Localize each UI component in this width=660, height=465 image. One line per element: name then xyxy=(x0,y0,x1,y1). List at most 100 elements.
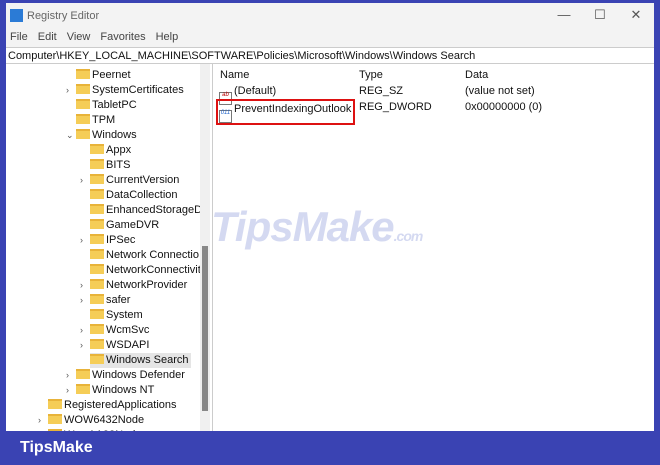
tree-node[interactable]: Appx xyxy=(90,143,133,158)
tree-node[interactable]: › CurrentVersion xyxy=(80,173,181,188)
tree-node-label: Appx xyxy=(106,144,132,156)
menu-favorites[interactable]: Favorites xyxy=(100,31,145,43)
chevron-right-icon[interactable]: › xyxy=(80,173,83,188)
tree-node[interactable]: › NetworkProvider xyxy=(80,278,189,293)
value-type: REG_DWORD xyxy=(359,101,432,113)
folder-icon xyxy=(90,189,104,199)
tree-node-label: RegisteredApplications xyxy=(64,399,177,411)
tree-node[interactable]: System xyxy=(90,308,145,323)
menu-bar: File Edit View Favorites Help xyxy=(6,28,654,47)
menu-edit[interactable]: Edit xyxy=(38,31,57,43)
folder-icon xyxy=(76,84,90,94)
tree-node[interactable]: DataCollection xyxy=(90,188,180,203)
chevron-right-icon[interactable]: › xyxy=(66,383,69,398)
tree-node-label: safer xyxy=(106,294,131,306)
tree-node[interactable]: EnhancedStorageDe xyxy=(90,203,210,218)
tree-node-label: NetworkConnectivit xyxy=(106,264,201,276)
menu-help[interactable]: Help xyxy=(156,31,179,43)
tree-node-label: Windows NT xyxy=(92,384,155,396)
regedit-app-icon xyxy=(10,9,23,22)
tree-node[interactable]: › WSDAPI xyxy=(80,338,151,353)
tree-node[interactable]: › safer xyxy=(80,293,132,308)
tree-node[interactable]: GameDVR xyxy=(90,218,161,233)
tree-node[interactable]: › Windows NT xyxy=(66,383,156,398)
tree-node[interactable]: TabletPC xyxy=(76,98,139,113)
tree-node[interactable]: › IPSec xyxy=(80,233,137,248)
column-header-row: Name Type Data xyxy=(216,67,654,83)
column-type[interactable]: Type xyxy=(359,67,383,83)
address-bar[interactable]: Computer\HKEY_LOCAL_MACHINE\SOFTWARE\Pol… xyxy=(6,47,654,64)
minimize-button[interactable]: — xyxy=(546,7,582,25)
value-name-highlighted: 011 PreventIndexingOutlook xyxy=(216,99,356,125)
folder-icon xyxy=(90,279,104,289)
folder-icon xyxy=(90,174,104,184)
tree-node[interactable]: › WcmSvc xyxy=(80,323,151,338)
folder-icon xyxy=(76,114,90,124)
value-data: 0x00000000 (0) xyxy=(465,101,543,113)
folder-icon xyxy=(76,69,90,79)
tree-node[interactable]: › WowAA32Node xyxy=(38,428,143,431)
tree-node-label: WOW6432Node xyxy=(64,414,145,426)
tree-node-label: DataCollection xyxy=(106,189,178,201)
tree-node[interactable]: ⌄ Windows xyxy=(66,128,139,143)
folder-icon xyxy=(76,129,90,139)
tree-node-label: NetworkProvider xyxy=(106,279,188,291)
chevron-right-icon[interactable]: › xyxy=(80,278,83,293)
menu-file[interactable]: File xyxy=(10,31,28,43)
tree-node[interactable]: › Windows Defender xyxy=(66,368,187,383)
tree-node[interactable]: › SystemCertificates xyxy=(66,83,186,98)
tree-node-label: TPM xyxy=(92,114,116,126)
value-row[interactable]: 011 PreventIndexingOutlook REG_DWORD 0x00… xyxy=(216,99,654,125)
folder-icon xyxy=(90,159,104,169)
tree-node-label: GameDVR xyxy=(106,219,160,231)
tree-node-label: Network Connectio xyxy=(106,249,199,261)
folder-icon xyxy=(48,414,62,424)
tree-node-label: TabletPC xyxy=(92,99,137,111)
tree-node[interactable]: BITS xyxy=(90,158,132,173)
folder-icon xyxy=(90,324,104,334)
tree-node[interactable]: › WOW6432Node xyxy=(38,413,146,428)
chevron-right-icon[interactable]: › xyxy=(66,83,69,98)
chevron-down-icon[interactable]: ⌄ xyxy=(66,128,74,143)
tree-node-label: CurrentVersion xyxy=(106,174,180,186)
tree-node-label: System xyxy=(106,309,143,321)
value-data: (value not set) xyxy=(465,85,535,97)
tree-node-label: BITS xyxy=(106,159,131,171)
folder-icon xyxy=(90,249,104,259)
folder-icon xyxy=(90,219,104,229)
tree-node-label: Windows Defender xyxy=(92,369,185,381)
chevron-right-icon[interactable]: › xyxy=(38,413,41,428)
tree-node-label: SystemCertificates xyxy=(92,84,184,96)
registry-tree: Peernet › SystemCertificates TabletPC TPM ⌄ Wi… xyxy=(8,64,213,431)
title-bar: Registry Editor — ☐ ✕ xyxy=(6,3,654,28)
menu-view[interactable]: View xyxy=(67,31,91,43)
folder-icon xyxy=(90,339,104,349)
watermark: TipsMake.com xyxy=(211,203,423,250)
scrollbar-thumb[interactable] xyxy=(202,246,208,411)
chevron-right-icon[interactable]: › xyxy=(80,293,83,308)
maximize-button[interactable]: ☐ xyxy=(582,7,618,25)
tree-node-label: Peernet xyxy=(92,69,131,81)
tree-node-label: EnhancedStorageDe xyxy=(106,204,209,216)
tree-node[interactable]: Peernet xyxy=(76,68,133,83)
chevron-right-icon[interactable]: › xyxy=(80,338,83,353)
tree-node-label: IPSec xyxy=(106,234,136,246)
value-type: REG_SZ xyxy=(359,85,404,97)
folder-icon xyxy=(90,264,104,274)
tree-node[interactable]: NetworkConnectivit xyxy=(90,263,203,278)
close-button[interactable]: ✕ xyxy=(618,7,654,25)
column-name[interactable]: Name xyxy=(220,67,249,83)
folder-icon xyxy=(48,429,62,431)
tree-node[interactable]: RegisteredApplications xyxy=(48,398,179,413)
value-row[interactable]: ab (Default) REG_SZ (value not set) xyxy=(216,83,654,105)
tree-node[interactable]: Network Connectio xyxy=(90,248,201,263)
chevron-right-icon[interactable]: › xyxy=(80,233,83,248)
tree-scrollbar[interactable] xyxy=(200,64,210,431)
chevron-right-icon[interactable]: › xyxy=(38,428,41,431)
chevron-right-icon[interactable]: › xyxy=(80,323,83,338)
chevron-right-icon[interactable]: › xyxy=(66,368,69,383)
folder-icon xyxy=(76,99,90,109)
tree-node[interactable]: TPM xyxy=(76,113,117,128)
tree-node[interactable]: Windows Search xyxy=(90,353,191,368)
column-data[interactable]: Data xyxy=(465,67,488,83)
